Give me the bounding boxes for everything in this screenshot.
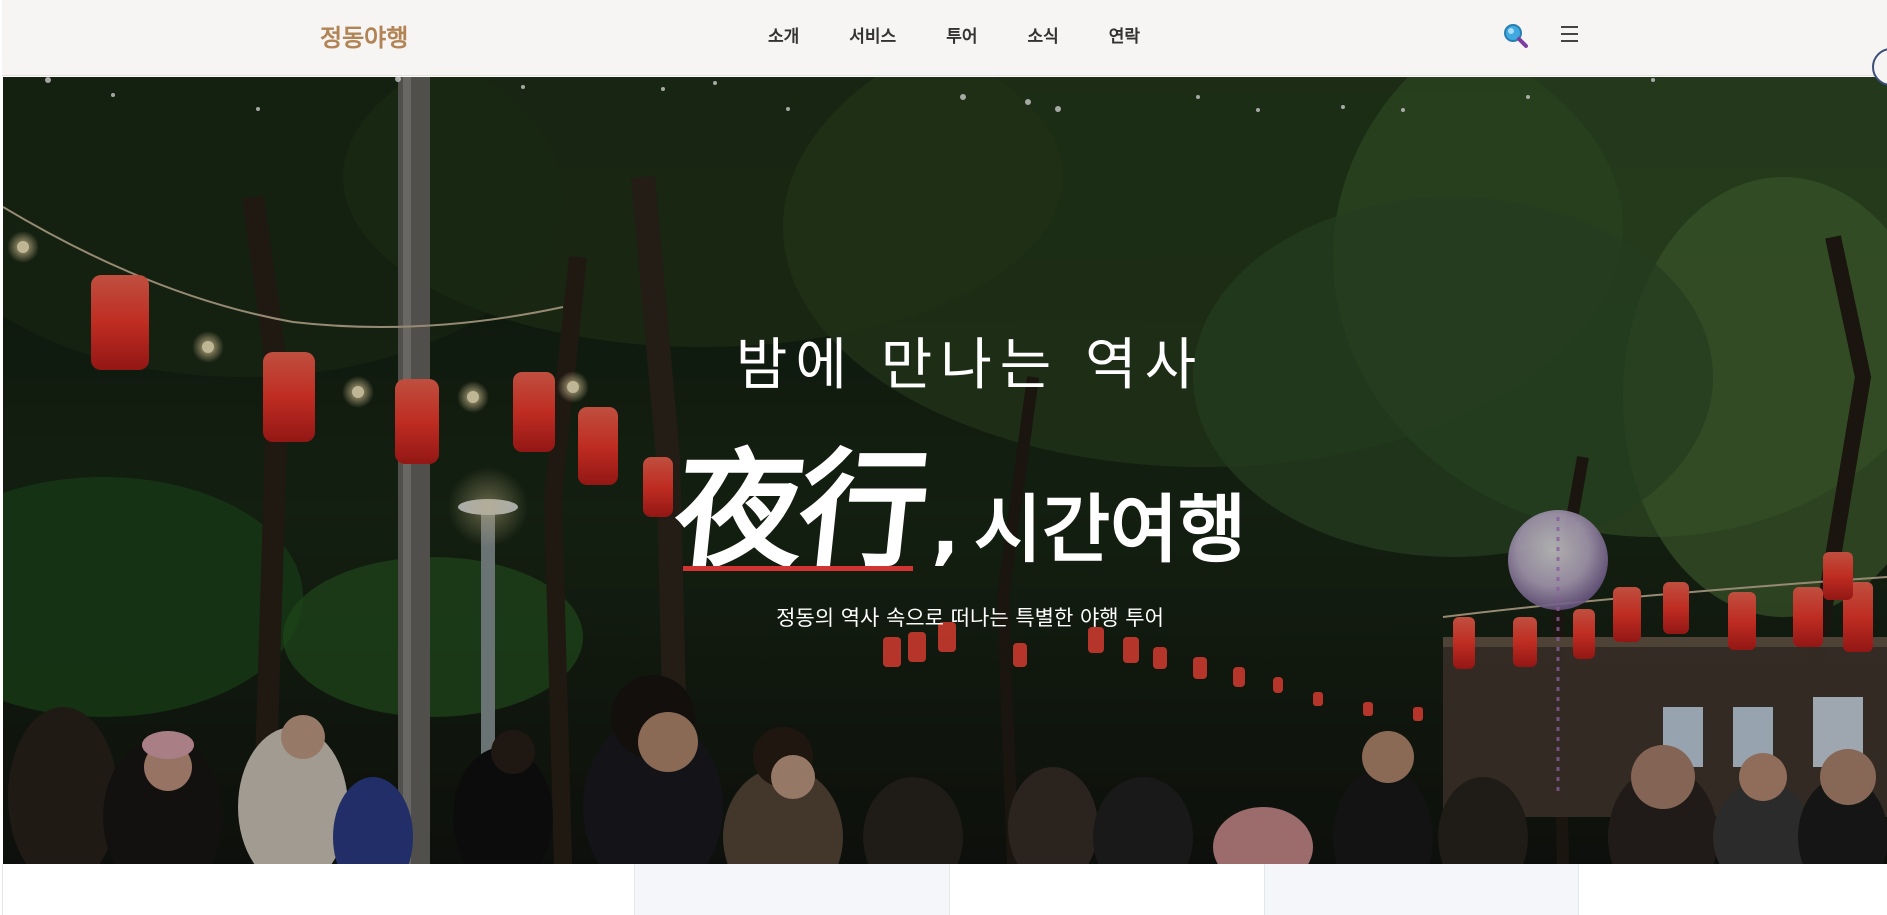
nav-item-services[interactable]: 서비스: [849, 22, 896, 47]
nav-item-contact[interactable]: 연락: [1109, 22, 1140, 47]
site-logo[interactable]: 정동야행: [320, 18, 408, 53]
page: 정동야행 소개 서비스 투어 소식 연락 밤에 만나는 역사 夜行, 시간여행 …: [0, 0, 1887, 915]
nav-item-intro[interactable]: 소개: [768, 22, 799, 47]
hamburger-menu-icon: [1561, 26, 1578, 28]
site-header: 정동야행 소개 서비스 투어 소식 연락: [2, 0, 1887, 76]
main-nav: 소개 서비스 투어 소식 연락: [768, 22, 1140, 47]
feature-card[interactable]: [634, 864, 949, 915]
nav-item-news[interactable]: 소식: [1027, 22, 1058, 47]
hero-title-comma: ,: [931, 484, 960, 573]
hero-title-underline: [683, 566, 913, 571]
hamburger-menu-button[interactable]: [1559, 22, 1581, 46]
hero-title: 夜行, 시간여행: [668, 407, 1247, 592]
feature-card[interactable]: [1264, 864, 1579, 915]
hero-title-hanja: 夜行: [667, 436, 932, 586]
hero-title-rest: 시간여행: [973, 487, 1247, 573]
search-icon: [1504, 24, 1528, 48]
hero-eyebrow: 밤에 만나는 역사: [735, 333, 1205, 398]
nav-item-tour[interactable]: 투어: [946, 22, 977, 47]
hero-section: 밤에 만나는 역사 夜行, 시간여행 정동의 역사 속으로 떠나는 특별한 야행 …: [3, 77, 1887, 864]
hero-subtitle: 정동의 역사 속으로 떠나는 특별한 야행 투어: [776, 606, 1164, 630]
feature-card[interactable]: [949, 864, 1264, 915]
content-strip: [2, 864, 1887, 915]
search-button[interactable]: [1502, 22, 1530, 50]
